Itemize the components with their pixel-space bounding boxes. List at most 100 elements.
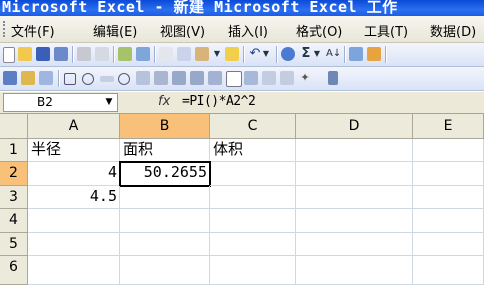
listbox-icon[interactable] (100, 76, 114, 82)
cell-c3[interactable] (210, 186, 296, 209)
paste-dropdown-icon[interactable]: ▼ (213, 47, 221, 61)
cell-d2[interactable] (296, 162, 413, 186)
select-all-corner[interactable] (0, 114, 28, 139)
cell-d4[interactable] (296, 209, 413, 233)
run-dialog-icon[interactable] (226, 71, 242, 87)
cell-b4[interactable] (120, 209, 210, 233)
toolbar-separator (113, 46, 115, 63)
hyperlink-icon[interactable] (281, 47, 295, 61)
formula-input[interactable]: =PI()*A2^2 (182, 94, 256, 109)
cell-c5[interactable] (210, 233, 296, 256)
print-icon[interactable] (77, 47, 91, 61)
menu-bar: 文件(F) 编辑(E) 视图(V) 插入(I) 格式(O) 工具(T) 数据(D… (0, 16, 484, 43)
cell-d5[interactable] (296, 233, 413, 256)
spinner-icon[interactable] (154, 71, 168, 85)
new-icon[interactable] (3, 47, 15, 63)
paste-icon[interactable] (195, 47, 209, 61)
menu-file[interactable]: 文件(F) (11, 21, 55, 40)
name-box-value: B2 (37, 95, 53, 109)
cell-e2[interactable] (413, 162, 484, 186)
toolbar-separator (72, 46, 74, 63)
fx-icon[interactable]: fx (158, 94, 170, 109)
cell-d3[interactable] (296, 186, 413, 209)
chevron-down-icon[interactable]: ▼ (101, 94, 117, 111)
format-painter-icon[interactable] (225, 47, 239, 61)
properties-icon[interactable] (172, 71, 186, 85)
cell-b6[interactable] (120, 256, 210, 285)
row-header-2[interactable]: 2 (0, 162, 28, 186)
scrollbar-icon[interactable] (136, 71, 150, 85)
print-preview-icon[interactable] (95, 47, 109, 61)
toggle-grid-icon[interactable] (208, 71, 222, 85)
autosum-icon[interactable]: Σ (299, 47, 313, 61)
cell-e4[interactable] (413, 209, 484, 233)
code-icon[interactable] (190, 71, 204, 85)
autosum-dropdown-icon[interactable]: ▼ (313, 47, 321, 61)
cut-icon[interactable] (159, 47, 173, 61)
sort-ascending-icon[interactable]: A↓ (326, 47, 341, 61)
checkbox-icon[interactable] (64, 73, 76, 85)
cell-e6[interactable] (413, 256, 484, 285)
cell-c2[interactable] (210, 162, 296, 186)
row-header-1[interactable]: 1 (0, 139, 28, 162)
cell-c6[interactable] (210, 256, 296, 285)
toolbar-options-icon[interactable] (328, 71, 338, 85)
drawing-icon[interactable] (367, 47, 381, 61)
cell-c1[interactable]: 体积 (210, 139, 296, 162)
name-box[interactable]: B2 ▼ (3, 93, 118, 112)
cell-b3[interactable] (120, 186, 210, 209)
menu-tools[interactable]: 工具(T) (364, 21, 408, 40)
cell-a5[interactable] (28, 233, 120, 256)
cell-a6[interactable] (28, 256, 120, 285)
column-header-b[interactable]: B (120, 114, 210, 139)
edit-icon[interactable] (280, 71, 294, 85)
edit-text-icon[interactable] (244, 71, 258, 85)
save-icon[interactable] (36, 47, 50, 61)
row-header-5[interactable]: 5 (0, 233, 28, 256)
row-header-3[interactable]: 3 (0, 186, 28, 209)
cell-d1[interactable] (296, 139, 413, 162)
toolbar-separator (385, 46, 387, 63)
cell-a1[interactable]: 半径 (28, 139, 120, 162)
option-icon[interactable] (82, 73, 94, 85)
cell-a4[interactable] (28, 209, 120, 233)
spelling-icon[interactable] (118, 47, 132, 61)
title-bar: Microsoft Excel - 新建 Microsoft Excel 工作 (0, 0, 484, 16)
cell-c4[interactable] (210, 209, 296, 233)
menu-format[interactable]: 格式(O) (296, 21, 342, 40)
label-icon[interactable] (3, 71, 17, 85)
column-header-d[interactable]: D (296, 114, 413, 139)
chart-icon[interactable] (349, 47, 363, 61)
menu-view[interactable]: 视图(V) (160, 21, 205, 40)
forms-toolbar: ✦ (0, 67, 484, 91)
image-icon[interactable] (262, 71, 276, 85)
cell-b5[interactable] (120, 233, 210, 256)
cell-b1[interactable]: 面积 (120, 139, 210, 162)
row-header-4[interactable]: 4 (0, 209, 28, 233)
research-icon[interactable] (136, 47, 150, 61)
cell-e3[interactable] (413, 186, 484, 209)
copy-icon[interactable] (177, 47, 191, 61)
column-header-c[interactable]: C (210, 114, 296, 139)
cell-e1[interactable] (413, 139, 484, 162)
undo-icon[interactable]: ↶ (248, 47, 262, 61)
menu-edit[interactable]: 编辑(E) (93, 21, 137, 40)
button-icon[interactable] (39, 71, 53, 85)
combobox-icon[interactable] (118, 73, 130, 85)
cell-e5[interactable] (413, 233, 484, 256)
undo-dropdown-icon[interactable]: ▼ (262, 47, 270, 61)
cell-a2[interactable]: 4 (28, 162, 120, 186)
column-header-e[interactable]: E (413, 114, 484, 139)
menu-grip-icon[interactable] (3, 21, 8, 37)
cell-d6[interactable] (296, 256, 413, 285)
open-icon[interactable] (18, 47, 32, 61)
cell-a3[interactable]: 4.5 (28, 186, 120, 209)
menu-insert[interactable]: 插入(I) (228, 21, 268, 40)
column-header-a[interactable]: A (28, 114, 120, 139)
groupbox-icon[interactable] (21, 71, 35, 85)
menu-data[interactable]: 数据(D) (430, 21, 476, 40)
cell-b2[interactable]: 50.2655 (119, 161, 211, 187)
row-header-6[interactable]: 6 (0, 256, 28, 285)
wand-icon[interactable]: ✦ (298, 71, 312, 85)
permission-icon[interactable] (54, 47, 68, 61)
